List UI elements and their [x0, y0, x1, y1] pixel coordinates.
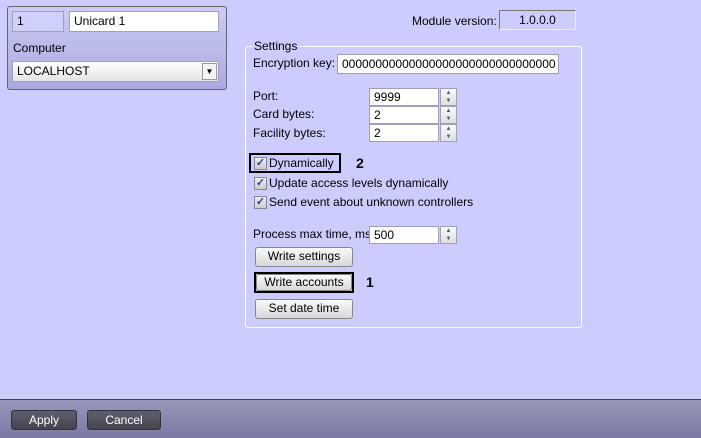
write-settings-button[interactable]: Write settings	[255, 247, 353, 267]
process-max-time-spinner[interactable]: ▲ ▼	[440, 226, 457, 244]
computer-select[interactable]: LOCALHOST ▼	[12, 61, 219, 82]
spin-up-icon[interactable]: ▲	[441, 89, 456, 97]
update-access-levels-checkbox[interactable]: ✓	[254, 177, 267, 190]
device-name-field[interactable]: Unicard 1	[69, 11, 219, 32]
send-event-checkbox[interactable]: ✓	[254, 196, 267, 209]
send-event-label: Send event about unknown controllers	[269, 195, 474, 209]
card-bytes-input[interactable]: 2	[369, 106, 439, 124]
footer-bar: Apply Cancel	[0, 399, 701, 438]
cancel-button[interactable]: Cancel	[87, 410, 161, 430]
apply-button[interactable]: Apply	[11, 410, 77, 430]
set-date-time-button[interactable]: Set date time	[255, 299, 353, 319]
module-version-value: 1.0.0.0	[499, 10, 576, 30]
card-bytes-label: Card bytes:	[253, 107, 315, 121]
module-version-label: Module version:	[412, 14, 497, 28]
spin-up-icon[interactable]: ▲	[441, 125, 456, 133]
dynamically-label: Dynamically	[269, 156, 334, 170]
spin-up-icon[interactable]: ▲	[441, 107, 456, 115]
settings-legend: Settings	[252, 39, 300, 53]
port-input[interactable]: 9999	[369, 88, 439, 106]
device-panel: 1 Unicard 1 Computer LOCALHOST ▼	[7, 6, 227, 90]
port-spinner[interactable]: ▲ ▼	[440, 88, 457, 106]
spin-down-icon[interactable]: ▼	[441, 235, 456, 243]
encryption-key-input[interactable]: 00000000000000000000000000000000	[337, 54, 559, 74]
device-id-field[interactable]: 1	[12, 11, 64, 32]
spin-up-icon[interactable]: ▲	[441, 227, 456, 235]
write-accounts-button[interactable]: Write accounts	[256, 274, 352, 291]
spin-down-icon[interactable]: ▼	[441, 115, 456, 123]
update-access-levels-label: Update access levels dynamically	[269, 176, 449, 190]
chevron-down-icon[interactable]: ▼	[202, 63, 217, 80]
dynamically-checkbox[interactable]: ✓	[254, 157, 267, 170]
spin-down-icon[interactable]: ▼	[441, 133, 456, 141]
annotation-1: 1	[366, 274, 374, 290]
computer-value: LOCALHOST	[17, 64, 90, 78]
process-max-time-label: Process max time, ms:	[253, 227, 375, 241]
card-bytes-spinner[interactable]: ▲ ▼	[440, 106, 457, 124]
facility-bytes-spinner[interactable]: ▲ ▼	[440, 124, 457, 142]
computer-label: Computer	[13, 41, 66, 55]
encryption-key-label: Encryption key:	[253, 56, 336, 70]
process-max-time-input[interactable]: 500	[369, 226, 439, 244]
spin-down-icon[interactable]: ▼	[441, 97, 456, 105]
annotation-2: 2	[356, 155, 364, 171]
facility-bytes-input[interactable]: 2	[369, 124, 439, 142]
facility-bytes-label: Facility bytes:	[253, 126, 326, 140]
port-label: Port:	[253, 89, 279, 103]
